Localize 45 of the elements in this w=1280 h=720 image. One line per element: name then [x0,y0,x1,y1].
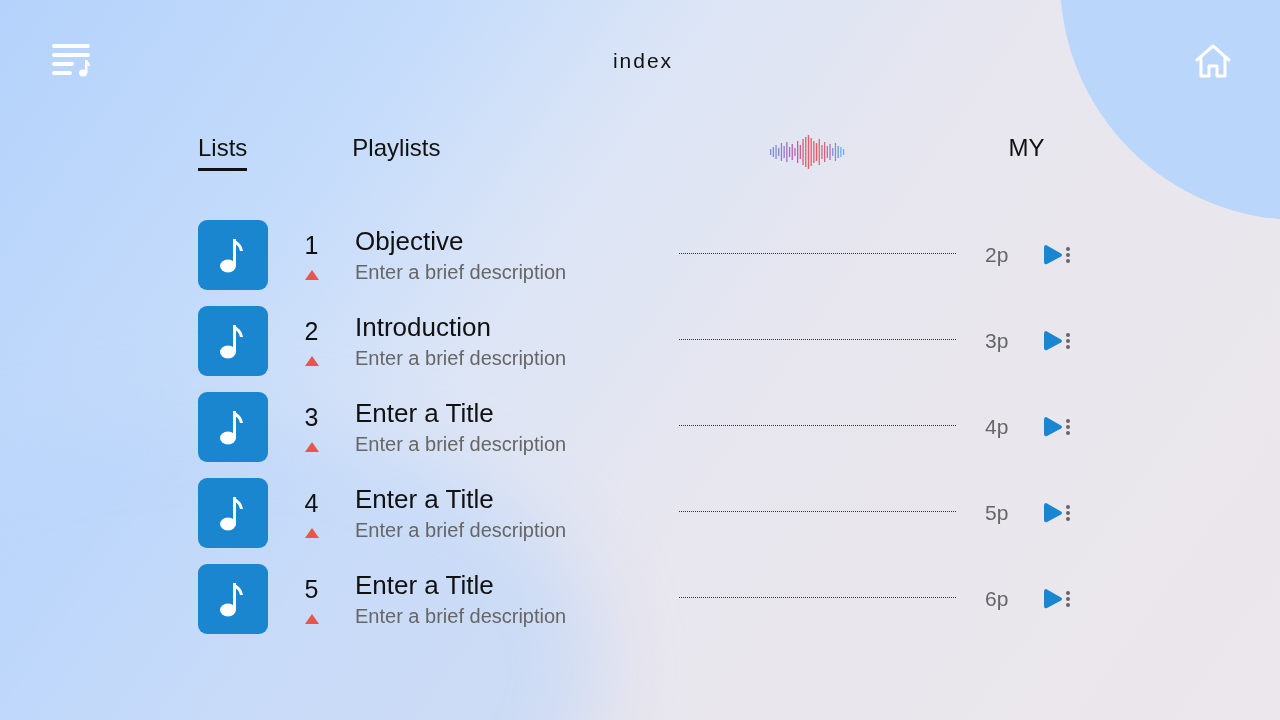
play-icon[interactable] [1043,416,1063,438]
item-number: 2 [304,316,319,346]
item-number: 3 [304,402,319,432]
tab[interactable]: Lists [198,133,248,171]
tab[interactable]: Playlists [352,133,441,171]
triangle-up-icon [304,355,319,366]
item-number: 1 [304,230,319,260]
item-description: Enter a brief description [355,519,568,542]
play-icon[interactable] [1043,244,1063,266]
page-number: 4p [985,415,1010,439]
play-icon[interactable] [1043,330,1063,352]
triangle-up-icon [304,527,319,538]
item-description: Enter a brief description [355,433,568,456]
item-title: Enter a Title [355,398,495,429]
more-options-icon[interactable] [1065,418,1071,436]
triangle-up-icon [304,441,319,452]
page-title: index [612,49,674,73]
item-description: Enter a brief description [355,605,568,628]
item-title: Introduction [355,312,492,343]
page-number: 3p [985,329,1010,353]
music-note-tile[interactable] [198,392,268,462]
music-note-tile[interactable] [198,306,268,376]
play-icon[interactable] [1043,502,1063,524]
play-icon[interactable] [1043,588,1063,610]
item-description: Enter a brief description [355,261,568,284]
more-options-icon[interactable] [1065,332,1071,350]
more-options-icon[interactable] [1065,246,1071,264]
page-number: 5p [985,501,1010,525]
music-note-tile[interactable] [198,564,268,634]
more-options-icon[interactable] [1065,504,1071,522]
sound-wave-icon [770,135,847,169]
page-number: 2p [985,243,1010,267]
item-title: Enter a Title [355,570,495,601]
triangle-up-icon [304,269,319,280]
item-title: Enter a Title [355,484,495,515]
item-number: 5 [304,574,319,604]
more-options-icon[interactable] [1065,590,1071,608]
music-note-tile[interactable] [198,478,268,548]
music-note-tile[interactable] [198,220,268,290]
item-title: Objective [355,226,465,257]
item-description: Enter a brief description [355,347,568,370]
tab[interactable]: MY [1008,133,1045,171]
triangle-up-icon [304,613,319,624]
page-number: 6p [985,587,1010,611]
item-number: 4 [304,488,319,518]
